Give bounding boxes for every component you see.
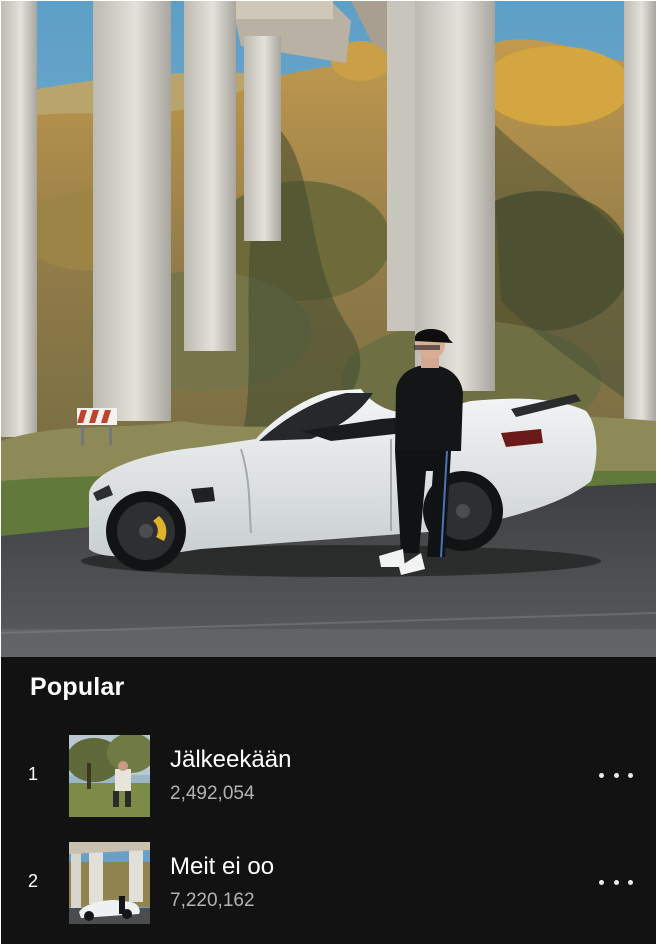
section-title: Popular bbox=[30, 673, 125, 701]
track-rank: 1 bbox=[28, 764, 39, 784]
popular-section: Popular 1 Jälkeekään 2,492,054 2 Meit ei… bbox=[1, 657, 656, 944]
track-row[interactable]: 1 Jälkeekään 2,492,054 bbox=[1, 735, 656, 817]
more-dot bbox=[628, 772, 633, 778]
more-dot bbox=[628, 879, 633, 885]
track-title: Meit ei oo bbox=[170, 853, 275, 880]
more-dot bbox=[599, 879, 604, 885]
track-row[interactable]: 2 Meit ei oo 7,220,162 bbox=[1, 842, 656, 924]
album-cover-icon bbox=[69, 842, 150, 924]
artist-header-image bbox=[1, 1, 656, 657]
track-play-count: 7,220,162 bbox=[170, 890, 255, 911]
more-dot bbox=[599, 772, 604, 778]
more-dot bbox=[613, 879, 619, 885]
track-rank: 2 bbox=[28, 871, 39, 891]
more-options-icon[interactable] bbox=[599, 870, 633, 894]
track-title: Jälkeekään bbox=[170, 746, 292, 773]
artist-page: Popular 1 Jälkeekään 2,492,054 2 Meit ei… bbox=[1, 1, 656, 944]
track-play-count: 2,492,054 bbox=[170, 783, 255, 804]
album-cover-icon bbox=[69, 735, 150, 817]
more-options-icon[interactable] bbox=[599, 763, 633, 787]
more-dot bbox=[613, 772, 619, 778]
